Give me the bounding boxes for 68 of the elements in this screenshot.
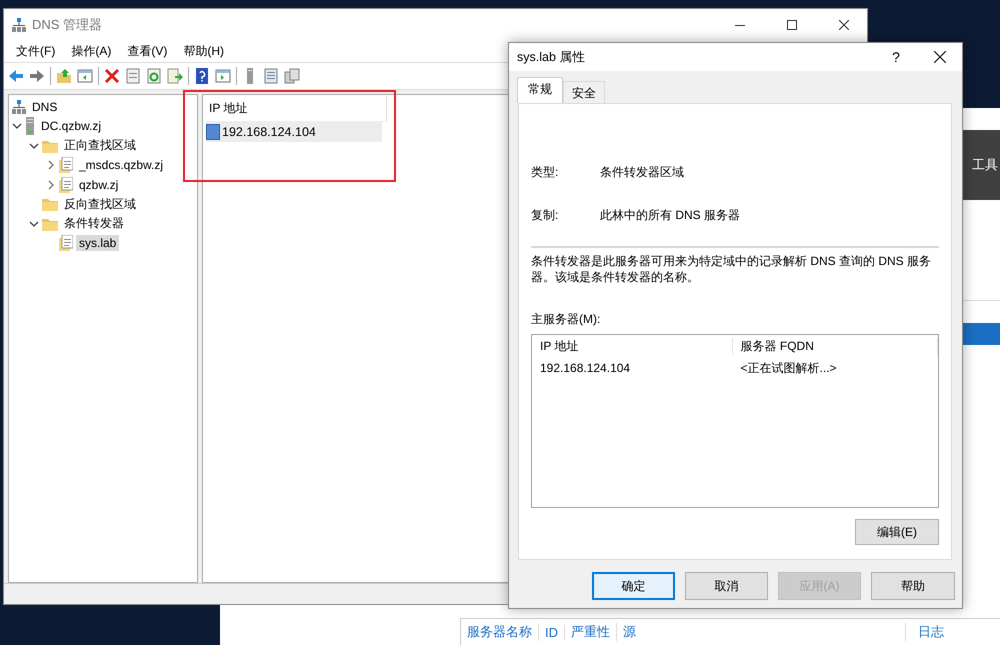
- folder-icon: [42, 197, 58, 212]
- menu-item[interactable]: 操作(A): [63, 42, 120, 60]
- tree-item[interactable]: 正向查找区域: [61, 136, 139, 156]
- zone-file-icon: [59, 235, 73, 252]
- column-header[interactable]: 服务器名称: [467, 623, 539, 641]
- server-icon: [25, 117, 35, 136]
- menu-item[interactable]: 文件(F): [8, 42, 64, 60]
- toolbar-label[interactable]: 工具: [972, 156, 998, 174]
- tree-item[interactable]: DC.qzbw.zj: [38, 118, 104, 134]
- close-icon: [839, 20, 849, 30]
- chevron-down-icon[interactable]: [29, 218, 39, 229]
- refresh-icon[interactable]: [146, 68, 162, 84]
- column-header[interactable]: 源: [623, 623, 906, 641]
- zone-file-icon: [59, 157, 73, 174]
- back-icon[interactable]: [8, 68, 24, 84]
- table-cell-text: <正在试图解析...>: [740, 360, 838, 376]
- zone-file-icon: [59, 176, 73, 193]
- field-label: 类型:: [531, 164, 560, 181]
- delete-icon[interactable]: [104, 68, 120, 84]
- window-title: DNS 管理器: [32, 16, 104, 34]
- help-button[interactable]: ?: [874, 43, 918, 71]
- column-header[interactable]: 日志: [918, 623, 950, 641]
- chevron-right-icon[interactable]: [46, 180, 56, 190]
- tree-item[interactable]: 条件转发器: [61, 214, 127, 234]
- tree-item[interactable]: qzbw.zj: [76, 176, 122, 193]
- close-icon: [934, 51, 946, 63]
- menu-item[interactable]: 查看(V): [119, 42, 176, 60]
- field-value: 条件转发器区域: [600, 164, 684, 181]
- tree-item[interactable]: 反向查找区域: [61, 194, 139, 214]
- chevron-down-icon[interactable]: [12, 121, 22, 132]
- dialog-button[interactable]: 帮助: [871, 572, 955, 600]
- forwarder-icon: [206, 124, 220, 140]
- network-icon: [12, 18, 26, 32]
- pane-icon[interactable]: [215, 68, 231, 84]
- chevron-right-icon[interactable]: [46, 160, 56, 170]
- dialog-title: sys.lab 属性: [517, 48, 586, 66]
- column-header[interactable]: ID: [545, 624, 565, 640]
- network-icon: [12, 100, 26, 114]
- tree-item[interactable]: _msdcs.qzbw.zj: [76, 157, 166, 174]
- help-icon[interactable]: [194, 68, 210, 84]
- dialog-button[interactable]: 确定: [592, 572, 675, 600]
- column-header[interactable]: 服务器 FQDN: [732, 338, 938, 354]
- folder-icon: [42, 138, 58, 153]
- field-label: 复制:: [531, 207, 560, 224]
- edit-button[interactable]: 编辑(E): [855, 519, 939, 545]
- menu-item[interactable]: 帮助(H): [175, 42, 232, 60]
- field-value: 此林中的所有 DNS 服务器: [600, 207, 740, 224]
- chevron-down-icon[interactable]: [29, 140, 39, 151]
- description-text: 条件转发器是此服务器可用来为特定域中的记录解析 DNS 查询的 DNS 服务器。该域是条件转发器的名称。: [531, 253, 932, 285]
- console-tree-icon[interactable]: [77, 68, 93, 84]
- folder-up-icon[interactable]: [56, 68, 72, 84]
- list-row[interactable]: 192.168.124.104: [206, 122, 382, 142]
- tree-item[interactable]: DNS: [29, 98, 60, 115]
- maximize-icon: [787, 20, 797, 30]
- properties-icon[interactable]: [125, 68, 141, 84]
- section-label: 主服务器(M):: [531, 311, 602, 328]
- table-cell-text: 192.168.124.104: [539, 361, 632, 375]
- copy-icon[interactable]: [284, 68, 300, 84]
- tab[interactable]: 安全: [563, 81, 605, 103]
- tab[interactable]: 常规: [517, 77, 563, 103]
- dialog-button[interactable]: 取消: [685, 572, 768, 600]
- tree-item[interactable]: sys.lab: [76, 235, 120, 252]
- forward-icon[interactable]: [29, 68, 45, 84]
- column-header[interactable]: IP 地址: [532, 338, 733, 354]
- list-icon[interactable]: [263, 68, 279, 84]
- column-header[interactable]: 严重性: [571, 623, 617, 641]
- folder-icon: [42, 216, 58, 231]
- export-icon[interactable]: [167, 68, 183, 84]
